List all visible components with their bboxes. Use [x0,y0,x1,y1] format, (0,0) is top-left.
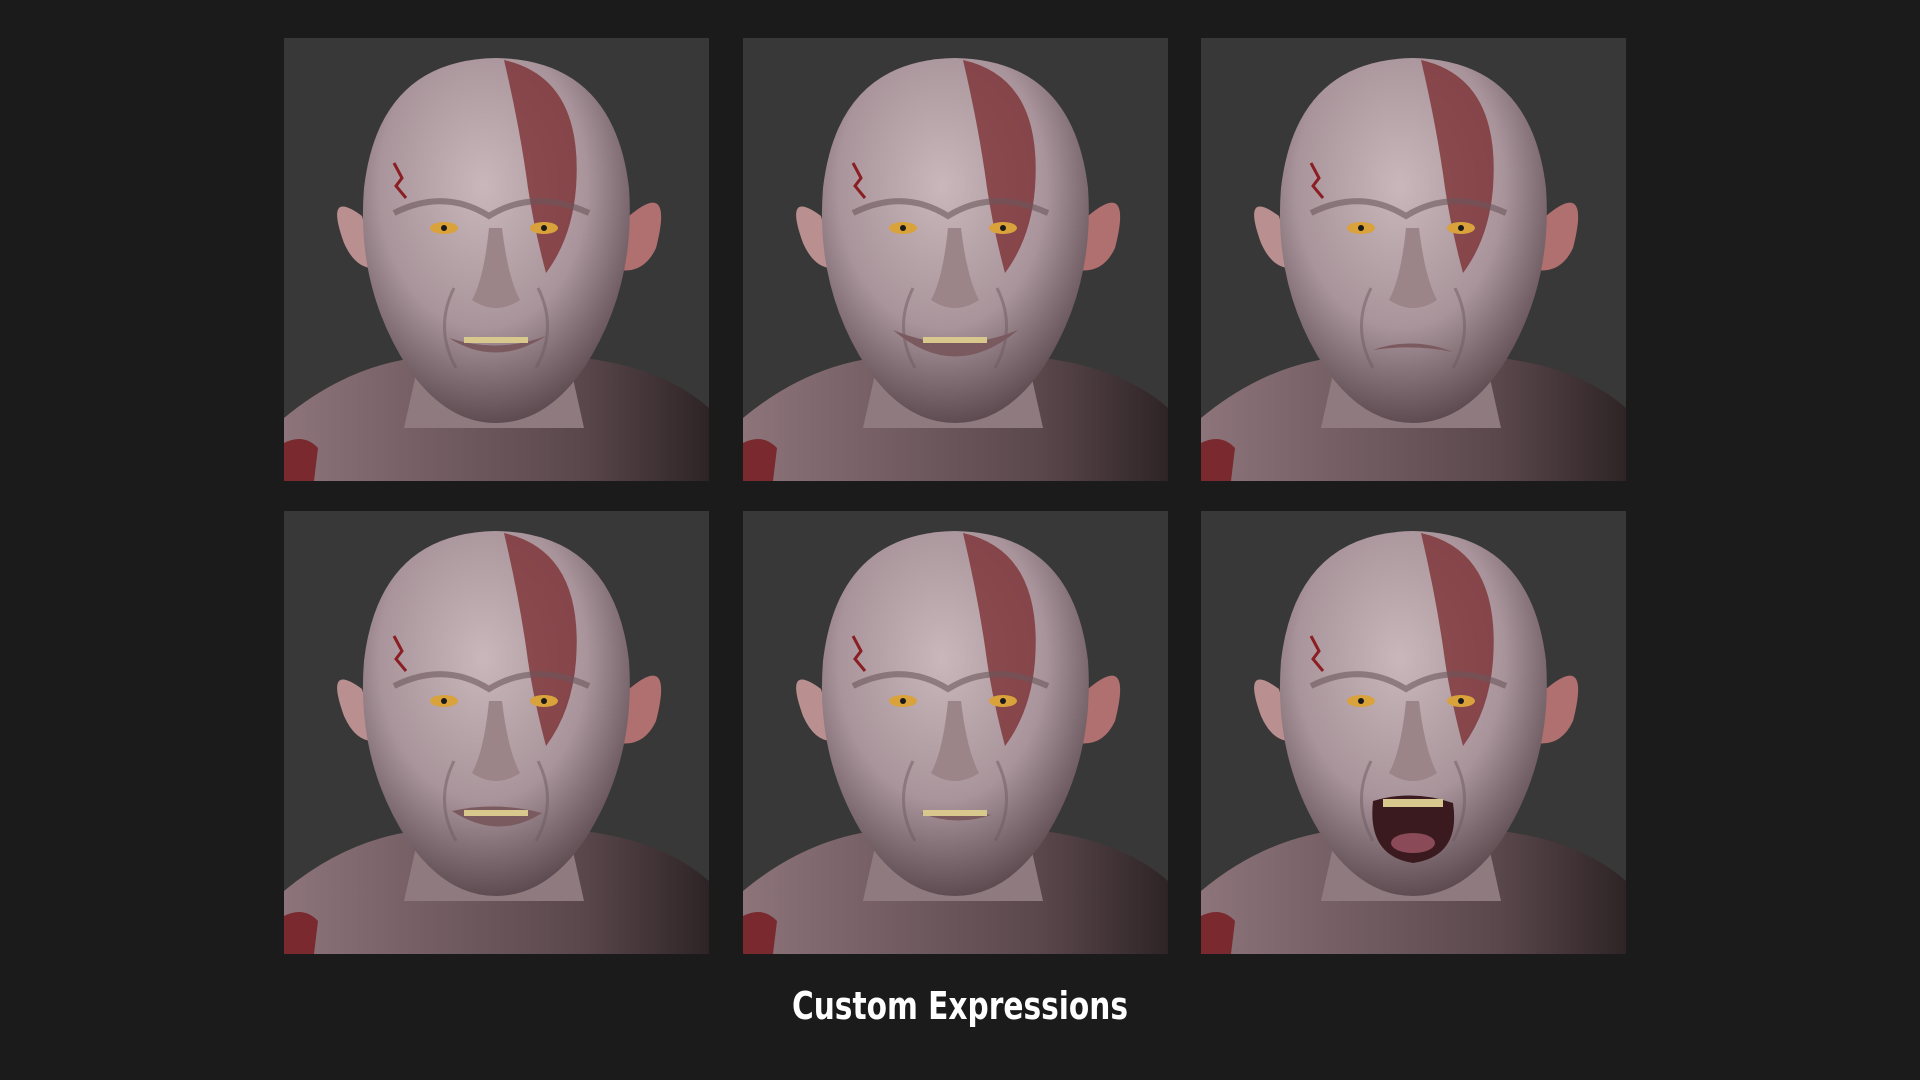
red-sash [284,439,318,481]
orc-portrait [743,531,1168,954]
expression-tile [1201,38,1626,481]
expression-tile [284,511,709,954]
gallery-caption: Custom Expressions [791,984,1129,1028]
red-sash [743,439,777,481]
red-sash [1201,912,1235,954]
expression-tile [1201,511,1626,954]
expression-tile [743,511,1168,954]
expression-tile [284,38,709,481]
orc-portrait [1201,531,1626,954]
expression-tile [743,38,1168,481]
orc-portrait [743,58,1168,481]
red-sash [284,912,318,954]
expression-gallery [284,38,1626,954]
tongue [1391,833,1435,853]
red-sash [743,912,777,954]
red-sash [1201,439,1235,481]
orc-portrait [284,58,709,481]
orc-portrait [284,531,709,954]
orc-portrait [1201,58,1626,481]
